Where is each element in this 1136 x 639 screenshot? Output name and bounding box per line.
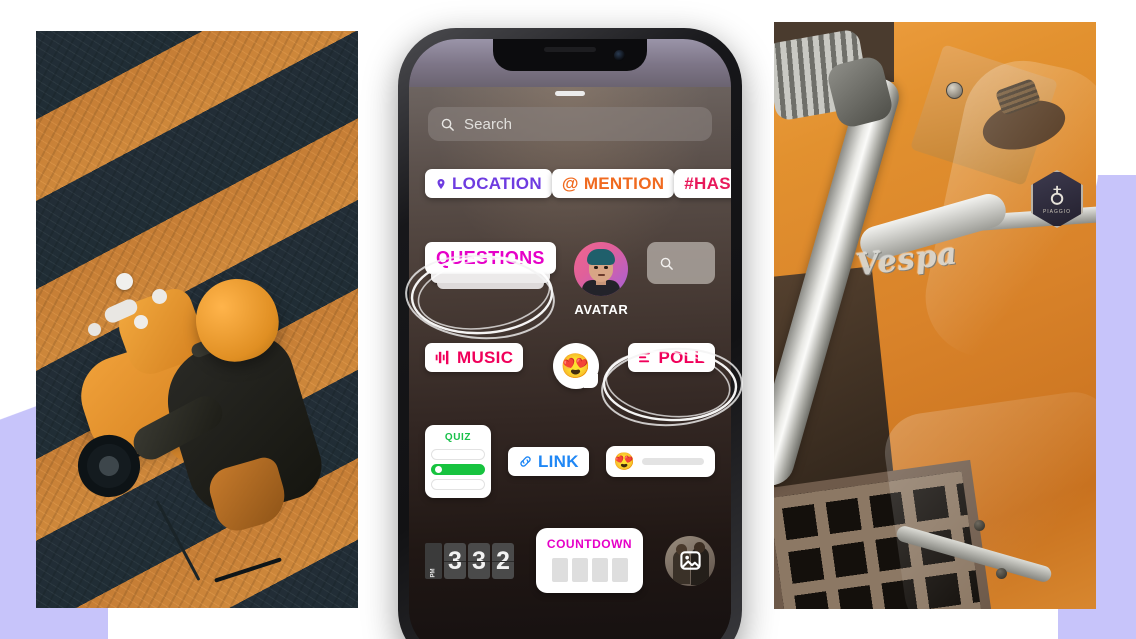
- right-photo-vespa-closeup: Vespa ♁ PIAGGIO: [774, 22, 1096, 609]
- phone-notch: [493, 39, 647, 71]
- earpiece-speaker: [544, 47, 596, 52]
- sticker-music-label: MUSIC: [457, 348, 514, 367]
- search-icon: [441, 118, 454, 131]
- emoji-slider-track[interactable]: [641, 458, 704, 465]
- chain-link-icon: [520, 456, 531, 467]
- paint-highlight: [879, 387, 1096, 609]
- scooter-with-rider: [64, 267, 330, 567]
- clock-digit: 2: [492, 542, 514, 579]
- sticker-questions[interactable]: QUESTIONS: [425, 242, 556, 289]
- sticker-photo[interactable]: [665, 535, 715, 586]
- sticker-countdown-label: COUNTDOWN: [546, 537, 633, 551]
- questions-card-layer: [437, 283, 544, 289]
- search-input[interactable]: Search: [428, 107, 712, 141]
- sticker-hashtag[interactable]: #HASHTAG: [674, 169, 731, 198]
- countdown-digit-boxes: [551, 558, 628, 582]
- sticker-countdown[interactable]: COUNTDOWN: [535, 528, 644, 593]
- sticker-row-3: MUSIC 😍 POLL: [425, 343, 715, 389]
- panel-screw: [946, 82, 963, 99]
- phone-screen: Search LOCATION @ MENTION #HAS QUESTIONS…: [409, 39, 731, 639]
- body-bolt: [996, 568, 1007, 579]
- countdown-box: [551, 558, 568, 582]
- scooter-mirror: [134, 315, 148, 329]
- front-camera-icon: [614, 50, 625, 61]
- piaggio-emblem-text: PIAGGIO: [1042, 208, 1072, 215]
- avatar-hair: [587, 249, 616, 265]
- scooter-mirror: [88, 323, 101, 336]
- sticker-row-2: QUESTIONS AVATAR: [425, 242, 715, 317]
- scooter-mirror: [152, 289, 167, 304]
- sticker-music[interactable]: MUSIC: [425, 343, 524, 372]
- countdown-box: [591, 558, 608, 582]
- quiz-option-selected[interactable]: [431, 464, 485, 475]
- sticker-search-tile[interactable]: [647, 242, 715, 284]
- sticker-link[interactable]: LINK: [507, 447, 589, 476]
- sticker-avatar[interactable]: AVATAR: [574, 242, 629, 317]
- sticker-grid: LOCATION @ MENTION #HASHTAG QUESTIONS: [409, 169, 731, 593]
- sticker-row-5: PM 3 3 2 COUNTDOWN: [425, 528, 715, 593]
- image-icon: [679, 551, 701, 570]
- music-waveform-icon: [435, 350, 449, 365]
- sticker-quiz[interactable]: QUIZ: [425, 425, 491, 498]
- clock-digit: 3: [468, 542, 490, 579]
- at-sign-icon: @: [561, 174, 579, 193]
- sticker-hashtag-label: #HASHTAG: [684, 174, 731, 193]
- quiz-option[interactable]: [431, 479, 485, 490]
- sticker-location-label: LOCATION: [452, 174, 542, 193]
- avatar: [574, 242, 629, 296]
- screenshot-stage: Vespa ♁ PIAGGIO Search LOCATION @ MENTIO…: [0, 0, 1136, 639]
- sticker-quiz-label: QUIZ: [444, 432, 472, 443]
- search-placeholder: Search: [464, 115, 513, 133]
- sticker-poll-label: POLL: [658, 348, 705, 367]
- clock-digit: 3: [444, 542, 466, 579]
- sticker-row-4: QUIZ LINK 😍: [425, 425, 715, 498]
- location-pin-icon: [437, 178, 445, 189]
- sticker-row-1: LOCATION @ MENTION #HASHTAG: [425, 169, 731, 198]
- check-icon: [435, 466, 442, 473]
- scooter-mirror: [116, 273, 133, 290]
- clock-ampm: PM: [425, 542, 442, 579]
- sticker-avatar-label: AVATAR: [574, 302, 629, 317]
- sticker-poll[interactable]: POLL: [628, 343, 715, 372]
- left-photo-scooter-crosswalk: [36, 31, 358, 608]
- sticker-emoji-slider[interactable]: 😍: [605, 446, 715, 477]
- sticker-emoji-reaction[interactable]: 😍: [552, 343, 599, 389]
- avatar-mouth: [598, 274, 606, 276]
- phone-mockup: Search LOCATION @ MENTION #HAS QUESTIONS…: [398, 28, 742, 639]
- sticker-clock[interactable]: PM 3 3 2: [425, 542, 514, 579]
- countdown-box: [611, 558, 628, 582]
- sticker-mention[interactable]: @ MENTION: [551, 169, 675, 198]
- emoji-slider-glyph: 😍: [613, 452, 635, 471]
- countdown-box: [571, 558, 588, 582]
- sticker-location[interactable]: LOCATION: [425, 169, 552, 198]
- quiz-option[interactable]: [431, 449, 485, 460]
- poll-bars-icon: [639, 352, 651, 363]
- body-bolt: [974, 520, 985, 531]
- piaggio-emblem-mark: ♁: [1048, 181, 1066, 208]
- questions-card-layer: [431, 274, 550, 283]
- sticker-questions-label: QUESTIONS: [436, 248, 545, 268]
- emoji-reaction-glyph: 😍: [560, 352, 591, 380]
- sticker-questions-pill[interactable]: QUESTIONS: [425, 242, 556, 274]
- sticker-link-label: LINK: [537, 452, 579, 471]
- search-icon: [660, 257, 673, 270]
- sticker-mention-label: MENTION: [583, 174, 665, 193]
- sheet-drag-handle[interactable]: [555, 91, 585, 96]
- clock-ampm-label: PM: [430, 568, 437, 577]
